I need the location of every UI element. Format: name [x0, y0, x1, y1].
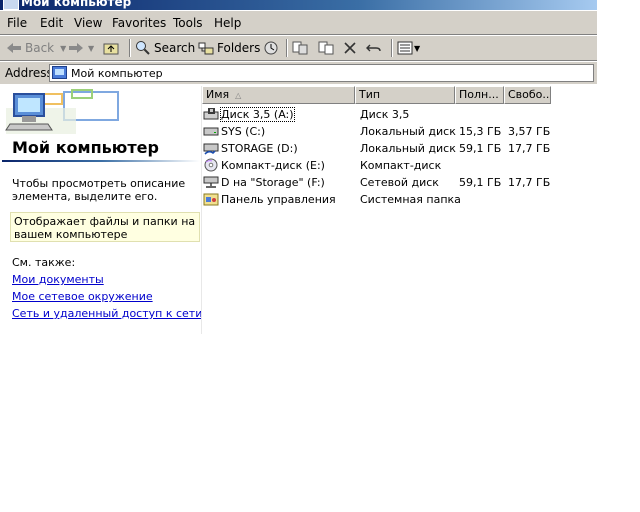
up-folder-button[interactable]: [103, 39, 119, 57]
column-header-free[interactable]: Свобо...: [504, 86, 551, 104]
address-value: Мой компьютер: [71, 67, 163, 80]
floppy-drive-icon: [203, 108, 219, 120]
copy-to-button[interactable]: [318, 39, 334, 57]
forward-button[interactable]: ▼: [68, 39, 94, 57]
menu-favorites[interactable]: Favorites: [112, 16, 166, 30]
views-dropdown-icon[interactable]: ▼: [414, 44, 420, 53]
move-to-icon: [292, 41, 308, 55]
delete-icon: [344, 42, 356, 54]
control-panel-icon: [203, 193, 219, 206]
item-free: 3,57 ГБ: [508, 125, 551, 138]
column-name-label: Имя: [206, 88, 230, 101]
item-total: 59,1 ГБ: [459, 142, 502, 155]
standard-toolbar: Back ▼ ▼ Search Folders ▼: [0, 35, 597, 61]
delete-button[interactable]: [343, 39, 357, 57]
network-drive-icon: [203, 176, 219, 188]
menu-help[interactable]: Help: [214, 16, 241, 30]
my-computer-icon: [3, 0, 19, 10]
list-item[interactable]: D на "Storage" (F:) Сетевой диск 59,1 ГБ…: [202, 174, 597, 191]
list-item[interactable]: STORAGE (D:) Локальный диск 59,1 ГБ 17,7…: [202, 140, 597, 157]
selection-hint: Чтобы просмотреть описание элемента, выд…: [12, 177, 186, 203]
item-name: Диск 3,5 (A:): [220, 107, 295, 122]
views-button[interactable]: ▼: [397, 39, 420, 57]
move-to-button[interactable]: [292, 39, 308, 57]
folders-icon: [198, 42, 214, 55]
cd-drive-icon: [204, 158, 218, 172]
item-type: Компакт-диск: [360, 159, 442, 172]
info-panel: Мой компьютер Чтобы просмотреть описание…: [0, 86, 202, 334]
item-name: Компакт-диск (E:): [221, 159, 325, 172]
my-computer-logo-icon: [5, 89, 119, 134]
address-label: Address: [5, 66, 53, 80]
search-icon: [136, 41, 150, 55]
copy-to-icon: [318, 41, 334, 55]
shared-hard-disk-icon: [203, 143, 219, 155]
link-network-dialup[interactable]: Сеть и удаленный доступ к сети: [12, 307, 202, 320]
item-type: Сетевой диск: [360, 176, 439, 189]
column-header-total[interactable]: Полн...: [455, 86, 504, 104]
item-type: Локальный диск: [360, 142, 456, 155]
title-bar[interactable]: Мой компьютер: [0, 0, 597, 10]
up-folder-icon: [103, 43, 119, 55]
item-name: SYS (C:): [221, 125, 266, 138]
address-input[interactable]: Мой компьютер: [49, 64, 594, 82]
menu-bar: File Edit View Favorites Tools Help: [0, 11, 597, 35]
column-type-label: Тип: [359, 88, 381, 101]
file-list: Имя △ Тип Полн... Свобо... Диск 3,5 (A:) …: [202, 86, 597, 334]
item-total: 15,3 ГБ: [459, 125, 502, 138]
item-type: Системная папка: [360, 193, 461, 206]
back-dropdown-icon[interactable]: ▼: [60, 44, 66, 53]
panel-title: Мой компьютер: [12, 138, 159, 157]
menu-tools[interactable]: Tools: [173, 16, 203, 30]
item-name: D на "Storage" (F:): [221, 176, 325, 189]
undo-icon: [366, 44, 381, 52]
column-free-label: Свобо...: [508, 88, 551, 101]
explorer-window: Мой компьютер File Edit View Favorites T…: [0, 0, 597, 334]
see-also-heading: См. также:: [12, 256, 76, 269]
item-type: Локальный диск: [360, 125, 456, 138]
back-arrow-icon: [7, 43, 21, 53]
my-computer-icon: [52, 66, 67, 79]
column-header-name[interactable]: Имя △: [202, 86, 355, 104]
info-box: Отображает файлы и папки на вашем компью…: [10, 212, 200, 242]
history-button[interactable]: [263, 39, 279, 57]
menu-file[interactable]: File: [7, 16, 27, 30]
column-total-label: Полн...: [459, 88, 499, 101]
sort-ascending-icon: △: [235, 91, 242, 100]
link-network-places[interactable]: Мое сетевое окружение: [12, 290, 153, 303]
item-free: 17,7 ГБ: [508, 176, 551, 189]
search-label: Search: [154, 41, 196, 55]
search-button[interactable]: Search: [135, 39, 195, 57]
address-bar: Address Мой компьютер: [0, 61, 597, 84]
hard-disk-icon: [203, 127, 219, 136]
item-type: Диск 3,5: [360, 108, 410, 121]
column-header-type[interactable]: Тип: [355, 86, 455, 104]
forward-dropdown-icon[interactable]: ▼: [88, 44, 94, 53]
history-icon: [264, 41, 278, 55]
list-item[interactable]: Панель управления Системная папка: [202, 191, 597, 208]
folders-button[interactable]: Folders: [198, 39, 260, 57]
link-my-documents[interactable]: Мои документы: [12, 273, 104, 286]
item-total: 59,1 ГБ: [459, 176, 502, 189]
menu-edit[interactable]: Edit: [40, 16, 63, 30]
item-name: Панель управления: [221, 193, 336, 206]
views-icon: [397, 41, 413, 55]
undo-button[interactable]: [366, 39, 382, 57]
list-item[interactable]: SYS (C:) Локальный диск 15,3 ГБ 3,57 ГБ: [202, 123, 597, 140]
list-item[interactable]: Компакт-диск (E:) Компакт-диск: [202, 157, 597, 174]
window-title: Мой компьютер: [21, 0, 132, 9]
list-item[interactable]: Диск 3,5 (A:) Диск 3,5: [202, 106, 597, 123]
back-label: Back: [25, 41, 55, 55]
forward-arrow-icon: [69, 43, 83, 53]
item-name: STORAGE (D:): [221, 142, 298, 155]
folders-label: Folders: [217, 41, 261, 55]
menu-view[interactable]: View: [74, 16, 102, 30]
title-divider: [2, 160, 200, 162]
item-free: 17,7 ГБ: [508, 142, 551, 155]
back-button[interactable]: Back ▼: [6, 39, 66, 57]
